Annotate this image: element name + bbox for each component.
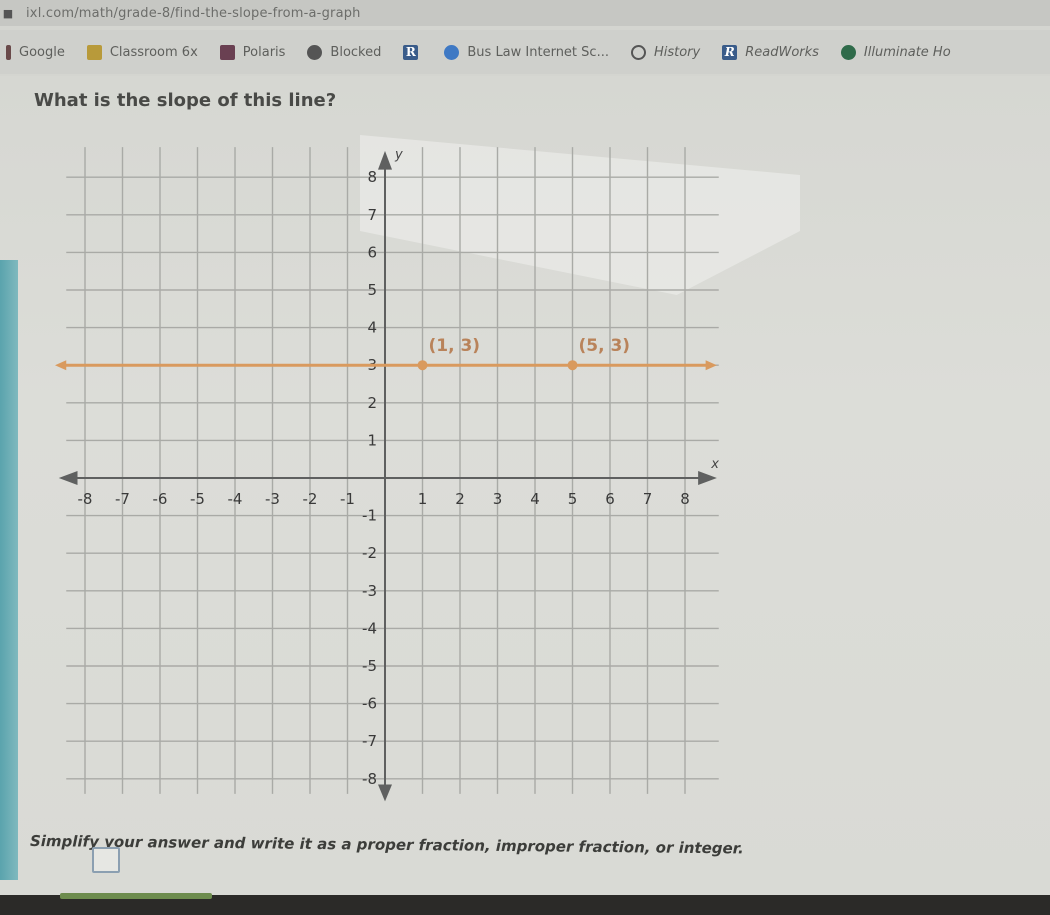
x-tick-label: 2	[455, 490, 465, 508]
bottom-accent	[60, 893, 212, 899]
y-tick-label: -7	[362, 732, 377, 750]
x-axis-right-arrow	[698, 471, 717, 485]
x-axis-label: x	[710, 457, 719, 472]
y-tick-label: -6	[362, 695, 377, 713]
y-tick-label: -8	[362, 770, 377, 788]
series-right-arrow	[705, 360, 717, 371]
y-tick-label: 7	[367, 206, 377, 224]
y-tick-label: 6	[367, 243, 377, 261]
coordinate-graph: xy -8-7-6-5-4-3-2-11234567887654321-1-2-…	[55, 147, 719, 802]
point-label: (5, 3)	[579, 336, 631, 356]
point-annotations: (1, 3) (5, 3)	[429, 336, 631, 356]
x-tick-label: 8	[680, 490, 690, 508]
x-tick-label: 3	[493, 490, 503, 508]
x-tick-label: -4	[228, 490, 243, 508]
y-tick-label: -1	[362, 507, 377, 525]
x-tick-label: 5	[568, 490, 578, 508]
y-tick-label: 1	[367, 431, 377, 449]
series-left-arrow	[55, 360, 67, 371]
y-tick-label: 8	[367, 168, 377, 186]
point-label: (1, 3)	[429, 336, 481, 356]
y-tick-label: -5	[362, 657, 377, 675]
y-axis-down-arrow	[378, 784, 392, 802]
x-tick-label: 1	[418, 490, 428, 508]
x-tick-label: 6	[605, 490, 615, 508]
x-tick-label: -2	[303, 490, 318, 508]
x-tick-label: 7	[643, 490, 653, 508]
y-tick-label: -2	[362, 544, 377, 562]
y-tick-label: 5	[367, 281, 377, 299]
x-tick-label: -6	[153, 490, 168, 508]
data-point	[567, 360, 578, 371]
grid-lines	[66, 147, 719, 794]
x-tick-label: 4	[530, 490, 540, 508]
x-tick-label: -8	[78, 490, 93, 508]
x-tick-label: -5	[190, 490, 205, 508]
y-tick-label: -3	[362, 582, 377, 600]
y-axis-label: y	[394, 147, 403, 162]
answer-input[interactable]	[92, 847, 120, 873]
y-axis-up-arrow	[378, 150, 392, 170]
x-axis-left-arrow	[58, 471, 78, 485]
x-tick-label: -7	[115, 490, 130, 508]
data-point	[417, 360, 428, 371]
y-tick-label: 4	[367, 319, 377, 337]
y-tick-label: -4	[362, 619, 377, 637]
y-tick-label: 2	[367, 394, 377, 412]
x-tick-label: -3	[265, 490, 280, 508]
x-tick-label: -1	[340, 490, 355, 508]
